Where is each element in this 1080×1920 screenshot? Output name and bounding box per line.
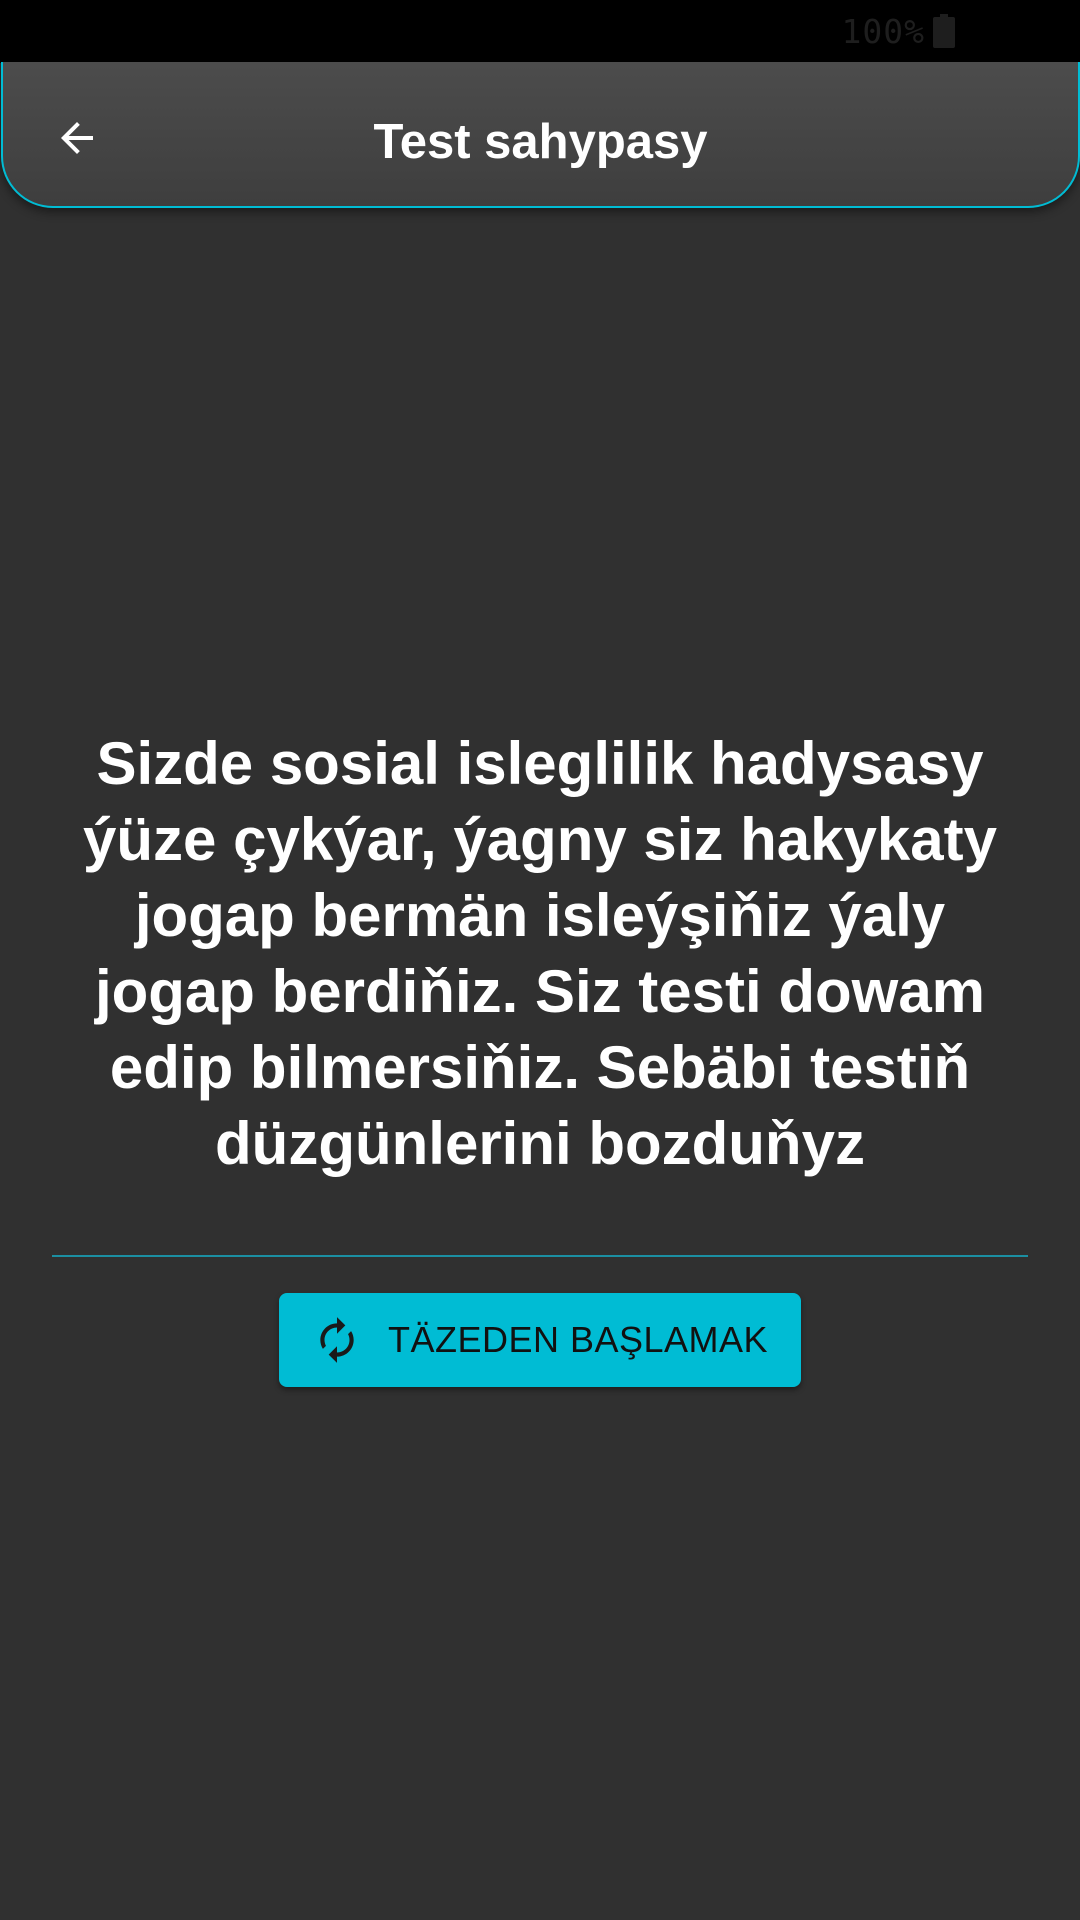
battery-full-icon (933, 14, 955, 48)
restart-icon (312, 1315, 362, 1365)
status-bar: 100% (0, 0, 1080, 63)
result-message: Sizde sosial isleglilik hadysasy ýüze çy… (83, 730, 997, 1177)
restart-button[interactable]: TÄZEDEN BAŞLAMAK (279, 1293, 801, 1387)
page-title: Test sahypasy (373, 115, 708, 169)
restart-button-label: TÄZEDEN BAŞLAMAK (387, 1319, 769, 1360)
divider (52, 1255, 1028, 1257)
battery-percentage: 100% (841, 12, 925, 51)
app-bar: Test sahypasy (1, 62, 1080, 208)
